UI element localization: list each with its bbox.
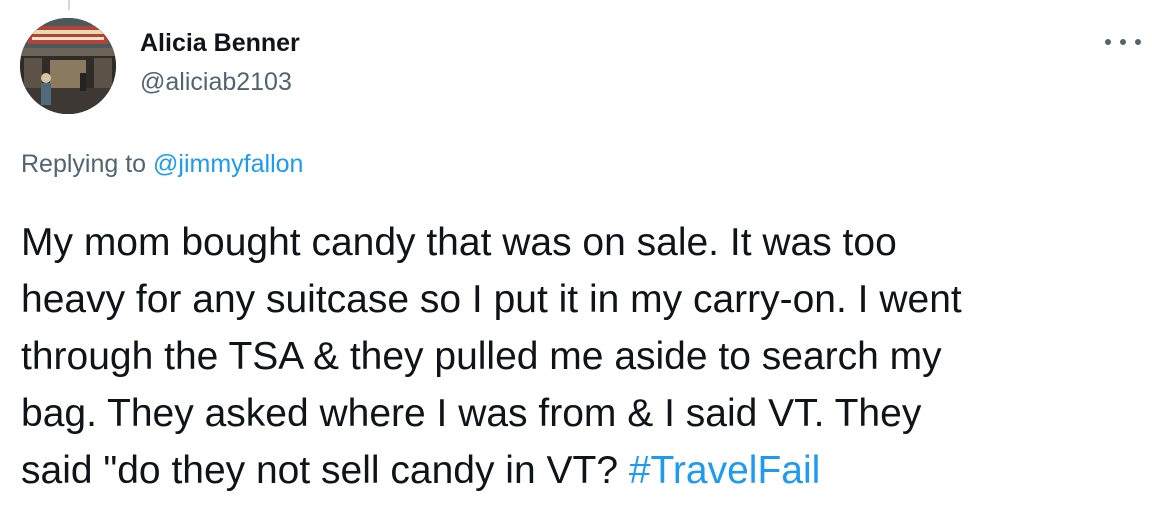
tweet-text-line: through the TSA & they pulled me aside t…	[21, 335, 942, 378]
replying-to-line: Replying to @jimmyfallon	[21, 150, 303, 179]
tweet-text-line: heavy for any suitcase so I put it in my…	[21, 278, 962, 321]
replying-prefix: Replying to	[21, 150, 154, 178]
more-dot	[1120, 39, 1126, 45]
hashtag-link[interactable]: #TravelFail	[629, 449, 820, 492]
thread-connector-line	[68, 0, 70, 10]
tweet-card: Alicia Benner @aliciab2103 Replying to @…	[0, 0, 1152, 516]
tweet-text-line: My mom bought candy that was on sale. It…	[21, 221, 897, 264]
more-options-icon[interactable]	[1105, 28, 1141, 56]
more-dot	[1135, 39, 1141, 45]
author-handle[interactable]: @aliciab2103	[140, 68, 292, 97]
avatar[interactable]	[20, 18, 116, 114]
profile-photo-image	[20, 18, 116, 114]
tweet-text: My mom bought candy that was on sale. It…	[21, 214, 1141, 499]
tweet-text-final: said "do they not sell candy in VT?	[21, 449, 629, 492]
tweet-text-line: bag. They asked where I was from & I sai…	[21, 392, 922, 435]
tweet-text-line-last: said "do they not sell candy in VT? #Tra…	[21, 442, 1141, 499]
more-dot	[1105, 39, 1111, 45]
author-name[interactable]: Alicia Benner	[140, 29, 300, 58]
reply-mention-link[interactable]: @jimmyfallon	[153, 150, 303, 178]
